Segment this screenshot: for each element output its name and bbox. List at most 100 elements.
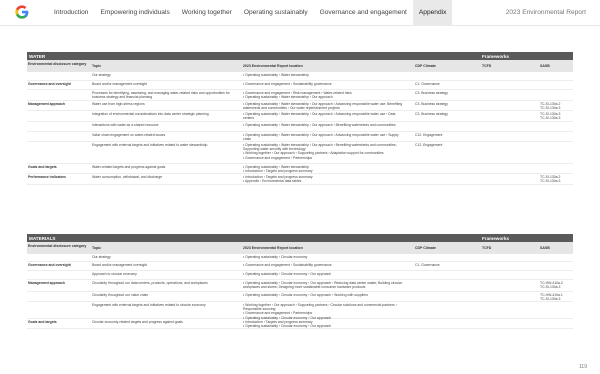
nav-menu: Introduction Empowering individuals Work… bbox=[48, 0, 453, 26]
sasb-cell: TC-SI-130a.2 TC-SI-130a.3 bbox=[540, 175, 561, 184]
location-cell: • Operating sustainably › Circular econo… bbox=[243, 281, 402, 290]
topic-cell: Water-related targets and progress again… bbox=[92, 165, 166, 169]
topic-cell: Integration of environmental considerati… bbox=[92, 112, 209, 116]
table-row: Management approach Water use from high-s… bbox=[27, 101, 573, 111]
cdp-cell: C12. Engagement bbox=[415, 133, 443, 137]
table-row: Management approach Circularity throughou… bbox=[27, 280, 573, 292]
column-headers: Environmental disclosure category Topic … bbox=[27, 242, 573, 254]
nav-item-empowering-individuals[interactable]: Empowering individuals bbox=[94, 0, 175, 26]
column-header-location: 2023 Environmental Report location bbox=[243, 246, 303, 250]
location-cell: • Operating sustainably › Water stewards… bbox=[243, 102, 403, 111]
table-row: Performance indicators Water consumption,… bbox=[27, 174, 573, 185]
topic-cell: Circularity throughout our value chain bbox=[92, 293, 149, 297]
topic-cell: Our strategy bbox=[92, 73, 111, 77]
category-cell: Goals and targets bbox=[28, 165, 57, 169]
topic-cell: Circularity throughout our data centers,… bbox=[92, 281, 208, 285]
sasb-cell: TC-HW-410a.1 TC-SI-130a.3 bbox=[540, 293, 563, 302]
google-logo-icon[interactable] bbox=[14, 4, 30, 20]
topic-cell: Approach to circular economy bbox=[92, 272, 137, 276]
location-cell: • Governance and engagement › Sustainabi… bbox=[243, 82, 332, 86]
category-cell: Governance and oversight bbox=[28, 82, 71, 86]
topic-cell: Engagement with external targets and ini… bbox=[92, 143, 208, 147]
category-cell: Goals and targets bbox=[28, 320, 57, 324]
cdp-cell: C1. Governance bbox=[415, 82, 440, 86]
topic-cell: Engagement with external targets and ini… bbox=[92, 303, 206, 307]
page-number: 119 bbox=[579, 364, 587, 370]
column-headers: Environmental disclosure category Topic … bbox=[27, 60, 573, 72]
nav-item-appendix[interactable]: Appendix bbox=[412, 0, 453, 26]
table-row: Processes for identifying, assessing, an… bbox=[27, 90, 573, 101]
column-header-location: 2023 Environmental Report location bbox=[243, 64, 303, 68]
table-row: Our strategy • Operating sustainably › Ci… bbox=[27, 254, 573, 262]
sasb-cell: TC-SI-130a.3 TC-SI-130a.3 bbox=[540, 112, 561, 121]
table-row: Engagement with external targets and ini… bbox=[27, 302, 573, 320]
topic-cell: Board and/or management oversight bbox=[92, 82, 148, 86]
topic-cell: Water consumption, withdrawal, and disch… bbox=[92, 175, 163, 179]
table-title: MATERIALS bbox=[29, 235, 56, 241]
water-table: WATER Frameworks Environmental disclosur… bbox=[27, 52, 573, 185]
table-row: Goals and targets Circular economy-relate… bbox=[27, 319, 573, 329]
table-title: WATER bbox=[29, 53, 46, 59]
column-header-cdp: CDP Climate bbox=[415, 246, 436, 250]
table-row: Approach to circular economy • Operating … bbox=[27, 271, 573, 280]
column-header-topic: Topic bbox=[92, 246, 102, 250]
column-header-sasb: SASB bbox=[540, 64, 550, 68]
nav-item-operating-sustainably[interactable]: Operating sustainably bbox=[238, 0, 314, 26]
topic-cell: Processes for identifying, assessing, an… bbox=[92, 91, 230, 100]
cdp-cell: C1. Governance bbox=[415, 263, 440, 267]
frameworks-label: Frameworks bbox=[482, 53, 510, 59]
location-cell: • Operating sustainably › Circular econo… bbox=[243, 293, 368, 297]
location-cell: • Operating sustainably › Circular econo… bbox=[243, 272, 332, 276]
topic-cell: Board and/or management oversight bbox=[92, 263, 148, 267]
table-row: Governance and oversight Board and/or man… bbox=[27, 262, 573, 271]
column-header-sasb: SASB bbox=[540, 246, 550, 250]
report-title: 2023 Environmental Report bbox=[505, 9, 586, 16]
location-cell: • Operating sustainably › Circular econo… bbox=[243, 255, 308, 259]
table-row: Integration of environmental considerati… bbox=[27, 111, 573, 122]
category-cell: Performance indicators bbox=[28, 175, 66, 179]
table-row: Value chain engagement on water-related … bbox=[27, 132, 573, 142]
cdp-cell: C3. Business strategy bbox=[415, 102, 448, 106]
location-cell: • Governance and engagement › Risk manag… bbox=[243, 91, 352, 100]
table-row: Our strategy • Operating sustainably › Wa… bbox=[27, 72, 573, 81]
nav-item-working-together[interactable]: Working together bbox=[176, 0, 238, 26]
nav-item-governance-and-engagement[interactable]: Governance and engagement bbox=[314, 0, 413, 26]
topic-cell: Our strategy bbox=[92, 255, 111, 259]
top-navigation-bar: Introduction Empowering individuals Work… bbox=[0, 0, 600, 26]
materials-table: MATERIALS Frameworks Environmental discl… bbox=[27, 234, 573, 329]
location-cell: • Operating sustainably › Water stewards… bbox=[243, 165, 313, 174]
table-row: Interactions with water as a shared reso… bbox=[27, 122, 573, 132]
cdp-cell: C3. Business strategy bbox=[415, 112, 448, 116]
column-header-topic: Topic bbox=[92, 64, 102, 68]
sasb-cell: TC-SI-130a.2 TC-SI-130a.3 bbox=[540, 102, 561, 111]
table-row: Goals and targets Water-related targets a… bbox=[27, 164, 573, 174]
category-cell: Management approach bbox=[28, 281, 65, 285]
topic-cell: Interactions with water as a shared reso… bbox=[92, 123, 159, 127]
category-cell: Governance and oversight bbox=[28, 263, 71, 267]
location-cell: • Governance and engagement › Sustainabi… bbox=[243, 263, 332, 267]
column-header-tcfd: TCFD bbox=[482, 246, 492, 250]
column-header-category: Environmental disclosure category bbox=[28, 61, 87, 66]
cdp-cell: C12. Engagement bbox=[415, 143, 443, 147]
nav-item-introduction[interactable]: Introduction bbox=[48, 0, 94, 26]
topic-cell: Circular economy-related targets and pro… bbox=[92, 320, 183, 324]
location-cell: • Operating sustainably › Water stewards… bbox=[243, 112, 396, 121]
topic-cell: Value chain engagement on water-related … bbox=[92, 133, 166, 137]
location-cell: • Operating sustainably › Water stewards… bbox=[243, 133, 399, 142]
table-row: Governance and oversight Board and/or man… bbox=[27, 81, 573, 90]
sasb-cell: TC-HW-410a.2 TC-SI-130a.3 bbox=[540, 281, 563, 290]
table-row: Engagement with external targets and ini… bbox=[27, 142, 573, 164]
column-header-category: Environmental disclosure category bbox=[28, 243, 87, 248]
column-header-tcfd: TCFD bbox=[482, 64, 492, 68]
topic-cell: Water use from high-stress regions bbox=[92, 102, 145, 106]
location-cell: • Operating sustainably › Water stewards… bbox=[243, 73, 309, 77]
category-cell: Management approach bbox=[28, 102, 65, 106]
location-cell: • Operating sustainably › Water stewards… bbox=[243, 143, 397, 160]
frameworks-label: Frameworks bbox=[482, 235, 510, 241]
cdp-cell: C3. Business strategy bbox=[415, 91, 448, 95]
location-cell: • Working together › Our approach › Supp… bbox=[243, 303, 397, 320]
table-row: Circularity throughout our value chain • … bbox=[27, 292, 573, 302]
table-title-bar: WATER Frameworks bbox=[27, 52, 573, 60]
location-cell: • Introduction › Targets and progress su… bbox=[243, 175, 313, 184]
location-cell: • Operating sustainably › Water stewards… bbox=[243, 123, 396, 127]
